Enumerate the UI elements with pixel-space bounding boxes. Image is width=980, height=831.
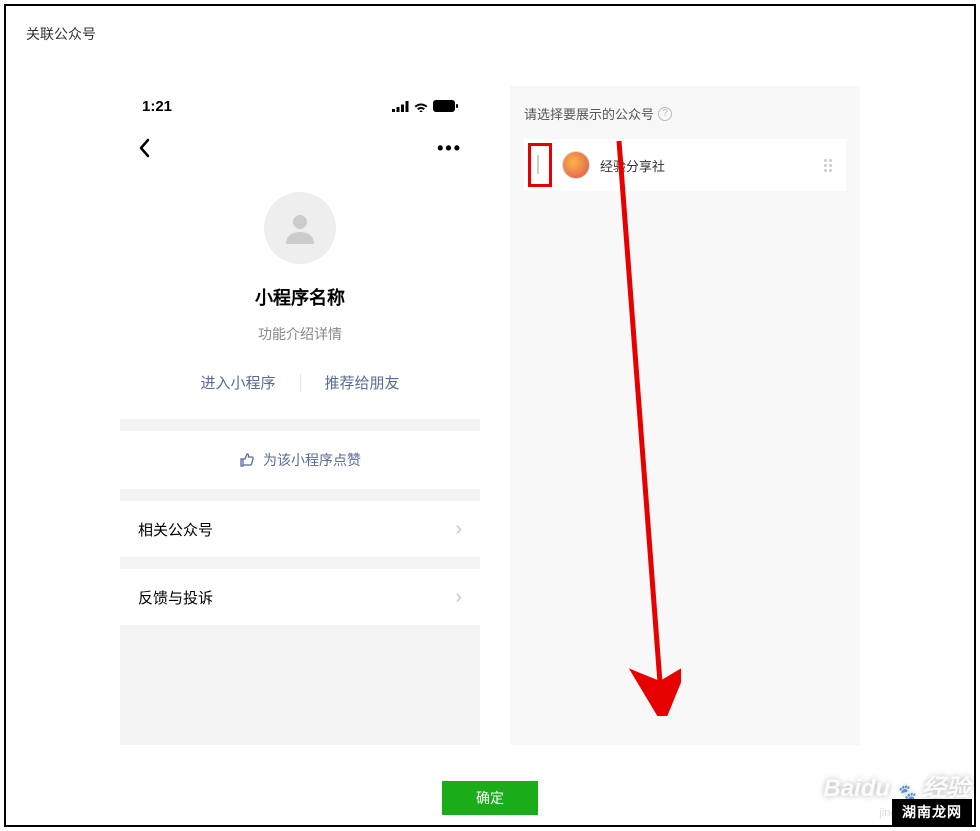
checkbox-highlight — [528, 143, 552, 187]
modal-frame: 关联公众号 1:21 ••• 小程序名称 功能介绍详情 — [4, 4, 976, 827]
drag-handle-icon[interactable] — [824, 159, 832, 172]
status-time: 1:21 — [142, 98, 172, 115]
account-name: 经验分享社 — [600, 156, 665, 175]
app-description: 功能介绍详情 — [258, 324, 342, 344]
more-icon[interactable]: ••• — [437, 138, 462, 159]
related-accounts-row[interactable]: 相关公众号 › — [120, 501, 480, 557]
like-button[interactable]: 为该小程序点赞 — [120, 431, 480, 489]
action-row: 进入小程序 推荐给朋友 — [176, 372, 423, 393]
thumbs-up-icon — [239, 452, 255, 468]
account-avatar — [562, 151, 590, 179]
site-watermark: 湖南龙网 — [892, 799, 972, 825]
status-indicators — [392, 100, 458, 112]
modal-title: 关联公众号 — [26, 24, 96, 44]
row-label: 反馈与投诉 — [138, 587, 213, 608]
account-checkbox[interactable] — [537, 155, 539, 174]
chevron-right-icon: › — [455, 518, 462, 541]
like-label: 为该小程序点赞 — [263, 450, 361, 470]
account-item[interactable]: 经验分享社 — [524, 139, 846, 191]
spacer — [120, 489, 480, 501]
confirm-button[interactable]: 确定 — [442, 781, 538, 815]
watermark-label: 经验 — [922, 768, 970, 803]
chevron-right-icon: › — [455, 586, 462, 609]
feedback-row[interactable]: 反馈与投诉 › — [120, 569, 480, 625]
help-icon[interactable]: ? — [658, 107, 672, 121]
bottom-fill — [120, 625, 480, 745]
phone-preview: 1:21 ••• 小程序名称 功能介绍详情 进入小程序 — [120, 86, 480, 745]
phone-status-bar: 1:21 — [120, 86, 480, 126]
battery-icon — [433, 100, 458, 112]
app-avatar — [264, 192, 336, 264]
profile-section: 小程序名称 功能介绍详情 进入小程序 推荐给朋友 — [120, 170, 480, 419]
content-area: 1:21 ••• 小程序名称 功能介绍详情 进入小程序 — [6, 66, 974, 745]
wifi-icon — [413, 100, 429, 112]
selector-title-text: 请选择要展示的公众号 — [524, 104, 654, 123]
signal-icon — [392, 101, 409, 112]
avatar-placeholder-icon — [280, 208, 320, 248]
row-label: 相关公众号 — [138, 519, 213, 540]
spacer — [120, 557, 480, 569]
watermark-brand: Baidu — [823, 775, 890, 803]
baidu-watermark: Baidu 🐾 经验 — [823, 768, 970, 803]
account-selector-panel: 请选择要展示的公众号 ? 经验分享社 — [510, 86, 860, 745]
selector-title: 请选择要展示的公众号 ? — [524, 104, 846, 123]
phone-nav-bar: ••• — [120, 126, 480, 170]
back-icon[interactable] — [138, 138, 150, 158]
recommend-link[interactable]: 推荐给朋友 — [301, 372, 424, 393]
app-name: 小程序名称 — [255, 284, 345, 310]
enter-miniprogram-link[interactable]: 进入小程序 — [176, 372, 299, 393]
spacer — [120, 419, 480, 431]
